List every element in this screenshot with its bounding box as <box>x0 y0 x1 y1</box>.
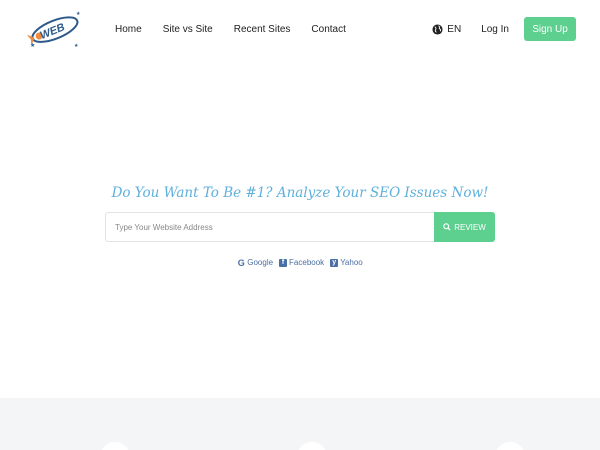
feature-circle <box>495 442 525 450</box>
svg-text:★: ★ <box>76 11 81 17</box>
language-selector[interactable]: EN <box>432 24 461 35</box>
rocket-logo-icon: WEB ★ ★ ★ <box>26 11 81 50</box>
google-icon: G <box>237 257 245 268</box>
yahoo-link[interactable]: y Yahoo <box>330 258 363 267</box>
review-button-label: REVIEW <box>454 222 486 232</box>
nav-home[interactable]: Home <box>115 22 142 38</box>
svg-text:★: ★ <box>74 43 79 49</box>
google-link[interactable]: G Google <box>237 257 274 268</box>
yahoo-icon: y <box>330 258 339 267</box>
review-search-bar: REVIEW <box>105 212 495 242</box>
yahoo-label: Yahoo <box>340 258 363 267</box>
website-address-input[interactable] <box>105 212 434 242</box>
nav-contact[interactable]: Contact <box>311 22 345 38</box>
search-icon <box>443 223 451 231</box>
facebook-icon: f <box>279 258 288 267</box>
facebook-link[interactable]: f Facebook <box>279 258 324 267</box>
review-button[interactable]: REVIEW <box>434 212 495 242</box>
language-label: EN <box>447 23 462 35</box>
social-links: G Google f Facebook y Yahoo <box>0 257 600 268</box>
hero-headline: Do You Want To Be #1? Analyze Your SEO I… <box>111 185 489 201</box>
feature-circle <box>297 442 327 450</box>
navbar: WEB ★ ★ ★ Home Site vs Site Recent Sites… <box>0 0 600 60</box>
main-nav: Home Site vs Site Recent Sites Contact <box>115 22 367 38</box>
nav-site-vs-site[interactable]: Site vs Site <box>163 22 213 38</box>
google-label: Google <box>247 258 274 267</box>
nav-right: EN Log In Sign Up <box>432 17 576 41</box>
signup-button[interactable]: Sign Up <box>524 17 576 41</box>
login-link[interactable]: Log In <box>481 24 509 35</box>
site-logo[interactable]: WEB ★ ★ ★ <box>24 9 84 51</box>
svg-text:★: ★ <box>30 42 35 49</box>
globe-icon <box>432 23 443 35</box>
nav-recent-sites[interactable]: Recent Sites <box>234 22 291 38</box>
facebook-label: Facebook <box>289 258 325 267</box>
features-section <box>0 398 600 450</box>
feature-circle <box>100 442 130 450</box>
